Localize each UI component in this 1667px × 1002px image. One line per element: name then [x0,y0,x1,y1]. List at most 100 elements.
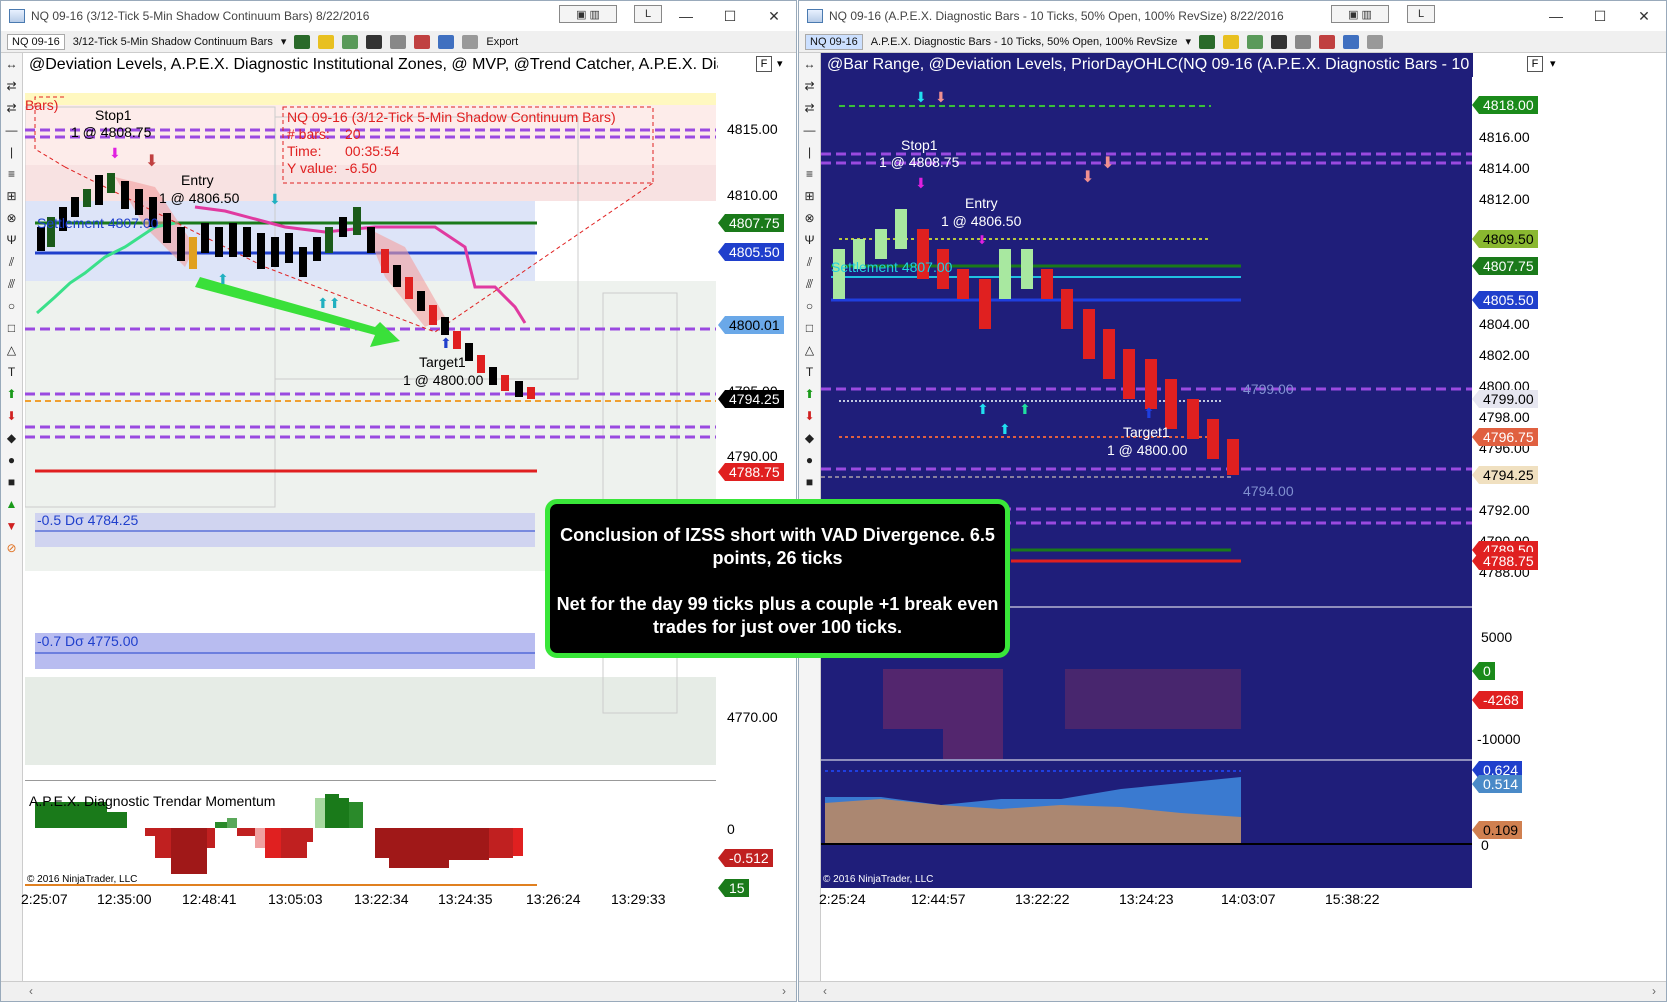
triangle-icon[interactable]: △ [799,339,820,361]
diamond-icon[interactable]: ◆ [799,427,820,449]
pitchfork-icon[interactable]: Ψ [1,229,22,251]
arrow-tool-icon[interactable]: ↔ [1,53,22,75]
maximize-icon[interactable]: ☐ [708,1,752,31]
zoom-icon[interactable] [1294,34,1311,49]
fib-ext-icon[interactable]: ⊞ [799,185,820,207]
callout-line-2: Net for the day 99 ticks plus a couple +… [556,594,999,637]
fib-ext-icon[interactable]: ⊞ [1,185,22,207]
triangle-down-icon[interactable]: ▼ [1,515,22,537]
gann-icon[interactable]: ⊗ [1,207,22,229]
channel-icon[interactable]: ⫻ [1,273,22,295]
rectangle-icon[interactable]: □ [1,317,22,339]
instrument-selector[interactable]: NQ 09-16 [805,33,863,50]
left-horizontal-scrollbar[interactable]: ‹ › [1,981,796,1001]
vertical-line-icon[interactable]: | [799,141,820,163]
crosshair-icon[interactable] [366,34,383,49]
triangle-icon[interactable]: △ [1,339,22,361]
maximize-icon[interactable]: ☐ [1578,1,1622,31]
stop-fill-label: 1 @ 4808.75 [71,124,152,140]
bars-type-selector[interactable]: 3/12-Tick 5-Min Shadow Continuum Bars [73,36,273,48]
bars-type-dropdown-icon[interactable]: ▾ [1185,35,1191,48]
ratio-tag: 0.514 [1471,775,1523,793]
time-label: 13:24:35 [438,891,493,907]
arrow-tool-icon[interactable]: ⇄ [799,75,820,97]
gann-icon[interactable]: ⊗ [799,207,820,229]
regression-icon[interactable]: ⫽ [1,251,22,273]
close-icon[interactable]: ✕ [752,1,796,31]
strategies-icon[interactable] [438,34,455,49]
strategies-icon[interactable] [1342,34,1359,49]
vertical-line-icon[interactable]: | [1,141,22,163]
ray-tool-icon[interactable]: ⇄ [1,97,22,119]
indicators-icon[interactable] [414,34,431,49]
arrow-down-icon[interactable]: ⬇ [1,405,22,427]
scroll-left-icon[interactable]: ‹ [823,984,827,998]
bars-type-selector[interactable]: A.P.E.X. Diagnostic Bars - 10 Ticks, 50%… [871,36,1178,48]
right-f-button[interactable]: F [1527,56,1543,72]
regression-icon[interactable]: ⫽ [799,251,820,273]
price-axis-label: 4798.00 [1479,409,1530,425]
fib-icon[interactable]: ≡ [799,163,820,185]
left-header-dropdown-icon[interactable]: ▾ [777,57,783,70]
left-f-button[interactable]: F [756,56,772,72]
text-icon[interactable]: T [1,361,22,383]
arrow-up-icon[interactable]: ⬆ [799,383,820,405]
properties-icon[interactable] [1366,34,1383,49]
text-icon[interactable]: T [799,361,820,383]
price-axis-label: 4790.00 [727,448,778,464]
arrow-up-icon[interactable]: ⬆ [1,383,22,405]
left-link-button[interactable]: ▣ ▥ [559,5,617,23]
fib-icon[interactable]: ≡ [1,163,22,185]
left-toolbar: NQ 09-16 3/12-Tick 5-Min Shadow Continuu… [1,31,796,53]
info-bars-label: # bars: [287,126,330,142]
minimize-icon[interactable]: — [1534,1,1578,31]
dot-icon[interactable]: ● [1,449,22,471]
arrow-tool-icon[interactable]: ⇄ [1,75,22,97]
triangle-up-icon[interactable]: ▲ [1,493,22,515]
bar-style-icon[interactable] [294,34,311,49]
left-l-button[interactable]: L [634,5,662,23]
square-icon[interactable]: ■ [799,471,820,493]
left-price-chart[interactable] [25,77,716,781]
pitchfork-icon[interactable]: Ψ [799,229,820,251]
arrow-tool-icon[interactable]: ↔ [799,53,820,75]
scroll-right-icon[interactable]: › [1652,984,1656,998]
remove-drawings-icon[interactable]: ⊘ [1,537,22,559]
last-price-tag: 4794.25 [1472,466,1538,484]
indicators-icon[interactable] [1318,34,1335,49]
pencil-icon[interactable] [318,34,335,49]
zoom-icon[interactable] [390,34,407,49]
right-l-button[interactable]: L [1407,5,1435,23]
dot-icon[interactable]: ● [799,449,820,471]
line-tool-icon[interactable]: — [1,119,22,141]
channel-icon[interactable]: ⫻ [799,273,820,295]
right-link-button[interactable]: ▣ ▥ [1331,5,1389,23]
ellipse-icon[interactable]: ○ [799,295,820,317]
export-button[interactable]: Export [486,36,518,48]
properties-icon[interactable] [462,34,479,49]
drawing-tool-icon[interactable] [342,34,359,49]
bars-type-dropdown-icon[interactable]: ▾ [281,35,287,48]
instrument-selector[interactable]: NQ 09-16 [7,33,65,50]
pencil-icon[interactable] [1222,34,1239,49]
arrow-down-icon[interactable]: ⬇ [799,405,820,427]
line-tool-icon[interactable]: — [799,119,820,141]
drawing-tool-icon[interactable] [1246,34,1263,49]
minimize-icon[interactable]: — [664,1,708,31]
diamond-icon[interactable]: ◆ [1,427,22,449]
crosshair-icon[interactable] [1270,34,1287,49]
bar-style-icon[interactable] [1198,34,1215,49]
ellipse-icon[interactable]: ○ [1,295,22,317]
scroll-right-icon[interactable]: › [782,984,786,998]
copyright: © 2016 NinjaTrader, LLC [823,874,934,885]
copyright: © 2016 NinjaTrader, LLC [27,874,138,885]
right-indicator-list: @Bar Range, @Deviation Levels, PriorDayO… [821,53,1473,77]
level-4794-label: 4794.00 [1243,483,1294,499]
square-icon[interactable]: ■ [1,471,22,493]
scroll-left-icon[interactable]: ‹ [29,984,33,998]
rectangle-icon[interactable]: □ [799,317,820,339]
ray-tool-icon[interactable]: ⇄ [799,97,820,119]
close-icon[interactable]: ✕ [1622,1,1666,31]
right-header-dropdown-icon[interactable]: ▾ [1550,57,1556,70]
right-horizontal-scrollbar[interactable]: ‹ › [799,981,1666,1001]
